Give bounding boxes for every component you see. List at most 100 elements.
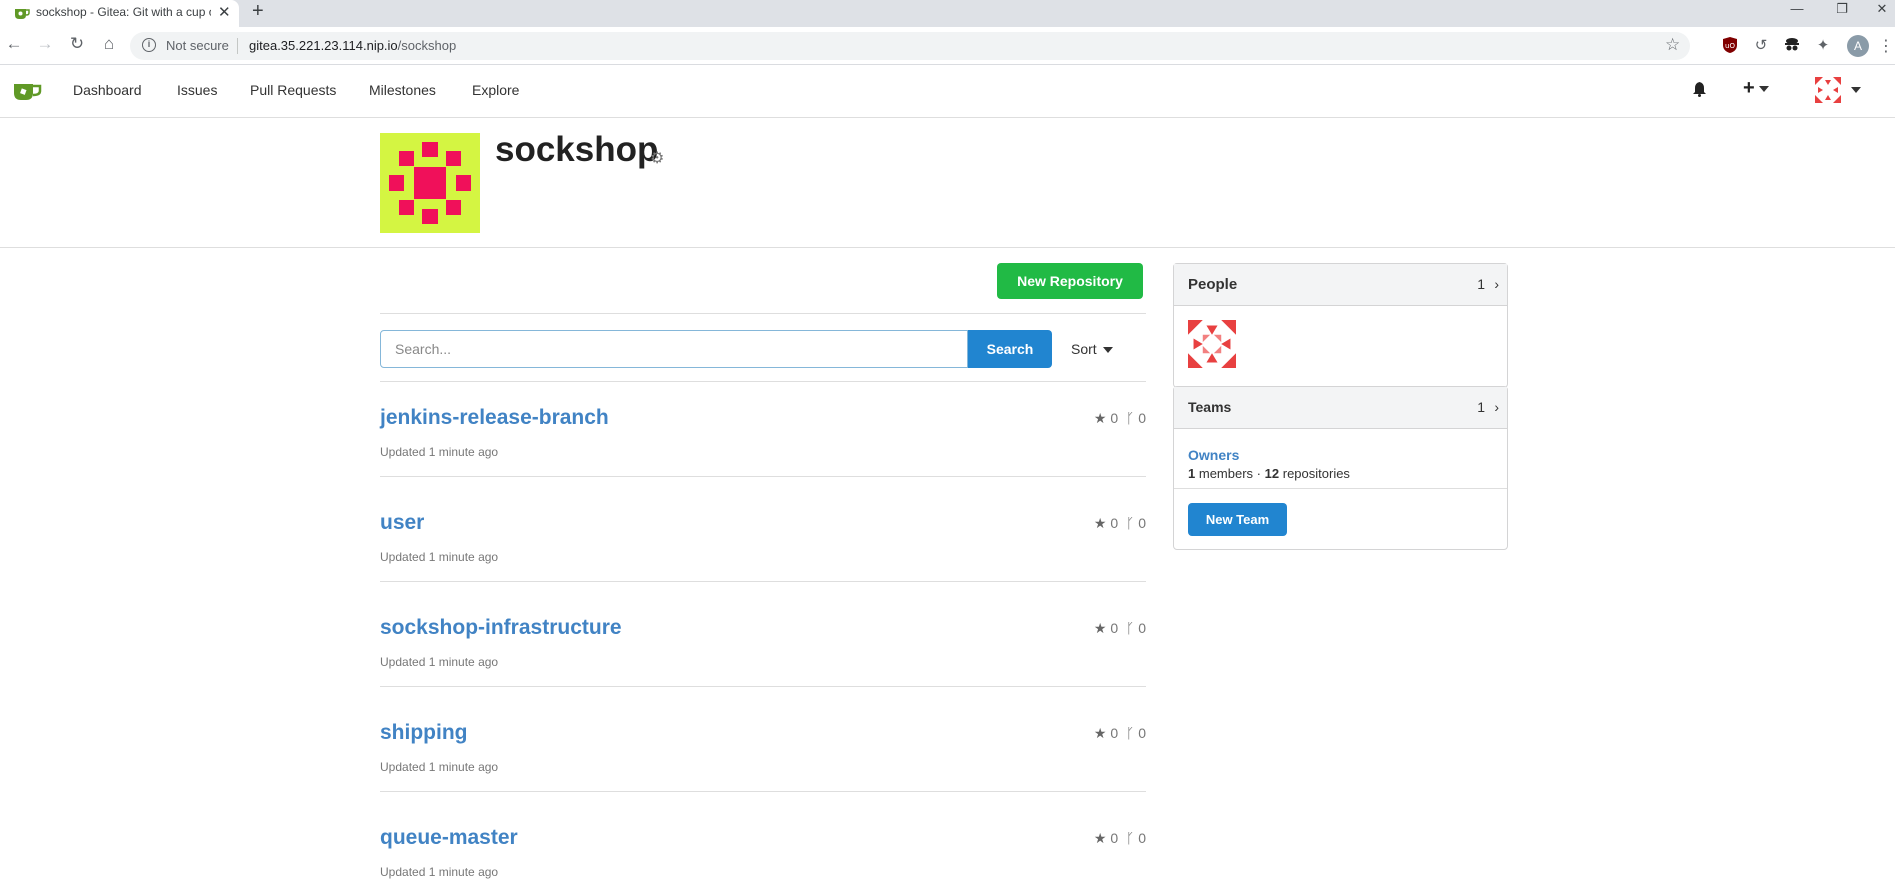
- gitea-favicon-icon: [15, 9, 30, 19]
- people-title: People: [1188, 276, 1238, 293]
- plus-icon: +: [1743, 77, 1755, 99]
- member-avatar[interactable]: [1188, 320, 1236, 368]
- search-button[interactable]: Search: [968, 330, 1052, 368]
- teams-header[interactable]: Teams 1 ›: [1174, 387, 1507, 429]
- repo-list-item: shipping Updated 1 minute ago ★ 0 ᚴ 0: [380, 707, 1146, 812]
- profile-avatar[interactable]: A: [1847, 35, 1869, 57]
- repo-updated-time: Updated 1 minute ago: [380, 655, 499, 669]
- url-host: gitea.35.221.23.114.nip.io: [249, 38, 398, 53]
- star-count: 0: [1110, 830, 1119, 846]
- repo-name-link[interactable]: shipping: [380, 721, 468, 745]
- team-repos-label: repositories: [1282, 466, 1350, 481]
- back-icon[interactable]: ←: [2, 34, 26, 54]
- repo-search-input[interactable]: [380, 330, 968, 368]
- create-new-menu[interactable]: +: [1743, 77, 1769, 100]
- org-avatar: [380, 133, 480, 233]
- history-extension-icon[interactable]: ↺: [1751, 36, 1771, 56]
- nav-explore[interactable]: Explore: [472, 82, 519, 98]
- repo-name-link[interactable]: queue-master: [380, 826, 518, 850]
- team-members-count: 1: [1188, 466, 1196, 481]
- gitea-logo-icon[interactable]: [13, 80, 43, 102]
- repo-updated-time: Updated 1 minute ago: [380, 550, 499, 564]
- nav-issues[interactable]: Issues: [177, 82, 217, 98]
- team-meta: 1 members · 12 repositories: [1188, 466, 1350, 481]
- fork-count: 0: [1138, 410, 1146, 426]
- org-name: sockshop: [495, 130, 659, 169]
- divider: [380, 686, 1146, 687]
- new-team-button[interactable]: New Team: [1188, 503, 1287, 536]
- team-repos-count: 12: [1264, 466, 1280, 481]
- fork-icon: ᚴ: [1125, 410, 1135, 426]
- teams-count: 1: [1477, 399, 1485, 415]
- team-actions: New Team: [1174, 489, 1507, 549]
- repo-list-item: queue-master Updated 1 minute ago ★ 0 ᚴ …: [380, 812, 1146, 894]
- nav-dashboard[interactable]: Dashboard: [73, 82, 142, 98]
- url-path: /sockshop: [397, 38, 457, 53]
- fork-count: 0: [1138, 515, 1146, 531]
- repo-name-link[interactable]: user: [380, 511, 424, 535]
- nav-milestones[interactable]: Milestones: [369, 82, 436, 98]
- sort-label: Sort: [1071, 341, 1097, 357]
- restore-icon[interactable]: ❐: [1830, 1, 1854, 17]
- people-panel: People 1 ›: [1173, 263, 1508, 388]
- repo-updated-time: Updated 1 minute ago: [380, 760, 499, 774]
- new-tab-icon[interactable]: +: [252, 0, 264, 23]
- sort-dropdown[interactable]: Sort: [1071, 341, 1113, 357]
- browser-menu-icon[interactable]: ⋮: [1876, 36, 1895, 56]
- fork-count: 0: [1138, 830, 1146, 846]
- repo-stats: ★ 0 ᚴ 0: [1094, 725, 1146, 742]
- repo-stats: ★ 0 ᚴ 0: [1094, 830, 1146, 847]
- star-icon: ★: [1093, 725, 1107, 741]
- bookmark-star-icon[interactable]: ☆: [1665, 35, 1680, 55]
- repo-name-link[interactable]: sockshop-infrastructure: [380, 616, 622, 640]
- gitea-navbar: Dashboard Issues Pull Requests Milestone…: [0, 65, 1895, 118]
- ublock-extension-icon[interactable]: uO: [1720, 36, 1740, 56]
- browser-tabstrip: sockshop - Gitea: Git with a cup of tea …: [0, 0, 1895, 27]
- notifications-bell-icon[interactable]: [1692, 81, 1707, 102]
- extensions-puzzle-icon[interactable]: ✦: [1813, 36, 1833, 56]
- repo-stats: ★ 0 ᚴ 0: [1094, 620, 1146, 637]
- window-close-icon[interactable]: ✕: [1870, 1, 1894, 17]
- repo-list-item: sockshop-infrastructure Updated 1 minute…: [380, 602, 1146, 707]
- tab-close-icon[interactable]: ✕: [218, 3, 231, 21]
- security-label: Not secure: [166, 38, 229, 53]
- info-icon[interactable]: i: [142, 38, 156, 52]
- star-count: 0: [1110, 620, 1119, 636]
- forward-icon[interactable]: →: [33, 34, 57, 54]
- divider: [380, 791, 1146, 792]
- repo-name-link[interactable]: jenkins-release-branch: [380, 406, 609, 430]
- minimize-icon[interactable]: —: [1785, 1, 1809, 16]
- people-header[interactable]: People 1 ›: [1174, 264, 1507, 306]
- team-meta-separator: ·: [1256, 466, 1262, 481]
- repo-updated-time: Updated 1 minute ago: [380, 865, 499, 879]
- fork-count: 0: [1138, 725, 1146, 741]
- reload-icon[interactable]: ↻: [65, 34, 89, 54]
- star-count: 0: [1110, 725, 1119, 741]
- home-icon[interactable]: ⌂: [97, 34, 121, 54]
- org-settings-gear-icon[interactable]: ⚙: [650, 148, 664, 168]
- fork-icon: ᚴ: [1125, 515, 1135, 531]
- spy-extension-icon[interactable]: [1782, 36, 1802, 56]
- address-bar[interactable]: i Not secure gitea.35.221.23.114.nip.io/…: [130, 32, 1690, 60]
- team-item: Owners 1 members · 12 repositories: [1174, 429, 1507, 489]
- fork-icon: ᚴ: [1125, 725, 1135, 741]
- repo-updated-time: Updated 1 minute ago: [380, 445, 499, 459]
- browser-tab[interactable]: sockshop - Gitea: Git with a cup of tea …: [0, 0, 239, 27]
- url-text[interactable]: gitea.35.221.23.114.nip.io/sockshop: [249, 38, 456, 53]
- chevron-right-icon: ›: [1494, 399, 1499, 415]
- team-name-link[interactable]: Owners: [1188, 447, 1239, 463]
- team-members-label: members: [1198, 466, 1254, 481]
- new-repository-button[interactable]: New Repository: [997, 263, 1143, 299]
- fork-icon: ᚴ: [1125, 620, 1135, 636]
- user-avatar-icon: [1815, 77, 1841, 103]
- teams-title: Teams: [1188, 399, 1232, 415]
- star-icon: ★: [1093, 410, 1107, 426]
- star-icon: ★: [1093, 620, 1107, 636]
- divider: [380, 476, 1146, 477]
- nav-pull-requests[interactable]: Pull Requests: [250, 82, 336, 98]
- chevron-right-icon: ›: [1494, 276, 1499, 292]
- divider: [380, 581, 1146, 582]
- user-menu[interactable]: [1815, 77, 1861, 103]
- repo-stats: ★ 0 ᚴ 0: [1094, 410, 1146, 427]
- divider: [380, 381, 1146, 382]
